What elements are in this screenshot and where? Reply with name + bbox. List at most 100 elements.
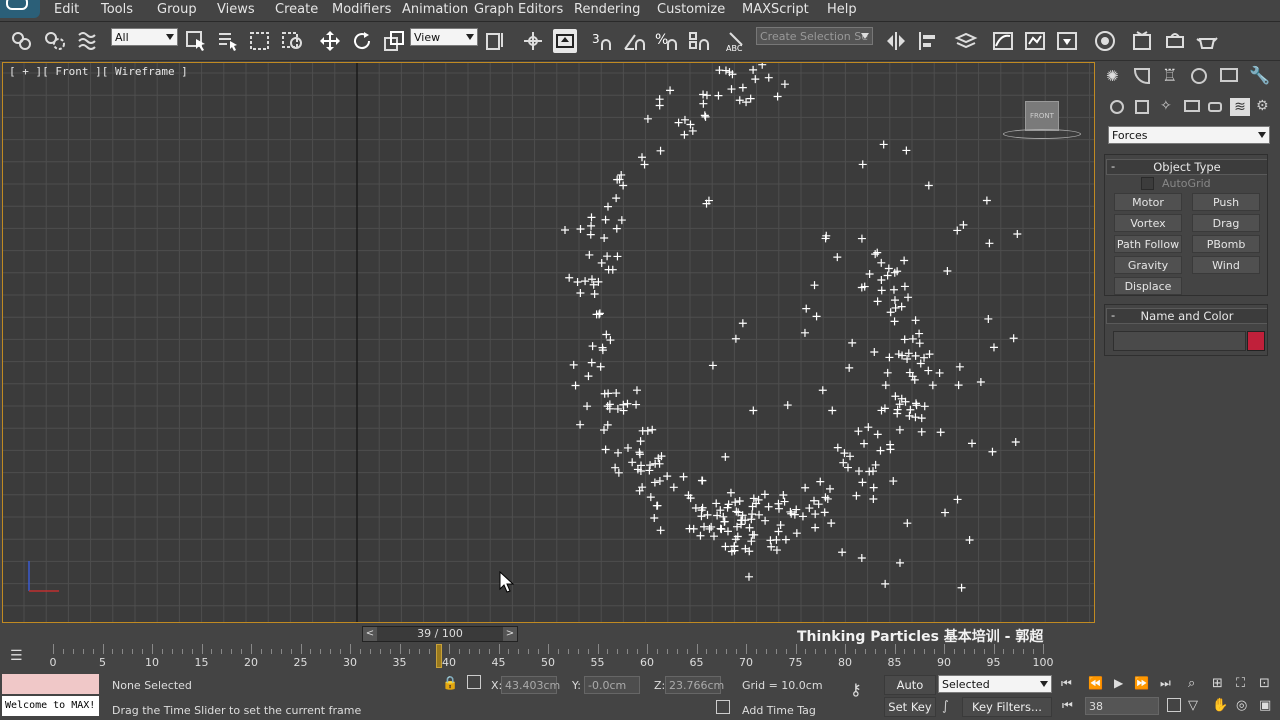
menu-customize[interactable]: Customize xyxy=(657,2,725,17)
menu-group[interactable]: Group xyxy=(157,2,197,17)
default-tangents-icon[interactable]: ∫ xyxy=(942,699,949,714)
absolute-mode-icon[interactable] xyxy=(467,675,481,689)
utilities-tab-icon[interactable]: 🔧 xyxy=(1249,66,1270,86)
pan-view-icon[interactable]: ✋ xyxy=(1212,698,1228,713)
space-warps-icon[interactable]: ≋ xyxy=(1230,98,1250,116)
maximize-viewport-icon[interactable]: ▣ xyxy=(1259,698,1271,713)
keyboard-shortcut-override-icon[interactable] xyxy=(553,29,577,53)
menu-views[interactable]: Views xyxy=(217,2,255,17)
zoom-all-icon[interactable]: ⊞ xyxy=(1212,676,1223,691)
zoom-icon[interactable]: ⌕ xyxy=(1188,676,1195,691)
helpers-icon[interactable] xyxy=(1208,102,1222,112)
add-time-tag-button[interactable]: Add Time Tag xyxy=(742,704,816,717)
menu-modifiers[interactable]: Modifiers xyxy=(332,2,391,17)
menu-tools[interactable]: Tools xyxy=(101,2,133,17)
align-icon[interactable] xyxy=(916,29,940,53)
menu-animation[interactable]: Animation xyxy=(402,2,468,17)
shapes-icon[interactable] xyxy=(1135,100,1149,114)
orbit-icon[interactable]: ◎ xyxy=(1236,698,1247,713)
geometry-icon[interactable] xyxy=(1110,100,1124,114)
pivot-center-icon[interactable] xyxy=(484,29,508,53)
timeline-track[interactable]: 0 5 10 15 20 25 30 35 40 45 50 55 60 65 70 75 80 85 90 95 10… xyxy=(50,644,1054,670)
category-dropdown[interactable]: Forces xyxy=(1108,126,1270,144)
time-tag-icon[interactable] xyxy=(716,700,730,714)
select-and-scale-icon[interactable] xyxy=(382,29,406,53)
curve-editor-icon[interactable] xyxy=(991,29,1015,53)
select-by-name-icon[interactable] xyxy=(216,29,240,53)
time-slider[interactable]: < 39 / 100 > xyxy=(362,626,518,642)
selection-filter-dropdown[interactable]: All xyxy=(111,28,178,46)
time-slider-next-button[interactable]: > xyxy=(503,627,517,641)
select-object-icon[interactable] xyxy=(184,29,208,53)
unlink-selection-icon[interactable] xyxy=(43,29,67,53)
menu-edit[interactable]: Edit xyxy=(54,2,79,17)
viewcube-compass-ring[interactable] xyxy=(1003,129,1081,139)
rectangular-selection-icon[interactable] xyxy=(248,29,272,53)
zoom-extents-icon[interactable]: ⛶ xyxy=(1236,676,1245,691)
field-of-view-icon[interactable]: ▽ xyxy=(1188,698,1198,713)
cameras-icon[interactable] xyxy=(1184,100,1200,112)
render-setup-icon[interactable] xyxy=(1093,29,1117,53)
current-frame-field[interactable]: 38 xyxy=(1085,697,1159,715)
mini-curve-editor-icon[interactable]: ☰ xyxy=(10,648,23,664)
select-and-manipulate-icon[interactable] xyxy=(521,29,545,53)
percent-snap-icon[interactable]: % xyxy=(654,29,678,53)
render-production-icon[interactable] xyxy=(1163,29,1187,53)
x-coordinate-field[interactable]: 43.403cm xyxy=(501,676,560,694)
reference-coordinate-dropdown[interactable]: View xyxy=(410,28,478,46)
angle-snap-icon[interactable] xyxy=(622,29,646,53)
y-coordinate-field[interactable]: -0.0cm xyxy=(584,676,640,694)
lights-icon[interactable]: ✧ xyxy=(1160,98,1172,114)
mirror-icon[interactable] xyxy=(884,29,908,53)
set-key-button[interactable]: Set Key xyxy=(884,697,936,717)
rendered-frame-window-icon[interactable] xyxy=(1131,29,1155,53)
viewport-label[interactable]: [ + ][ Front ][ Wireframe ] xyxy=(9,65,188,78)
key-mode-dropdown[interactable]: Selected xyxy=(938,675,1052,693)
selection-lock-icon[interactable]: 🔒 xyxy=(442,676,458,691)
key-mode-toggle-icon[interactable]: ⏮ xyxy=(1062,698,1073,713)
front-viewport[interactable]: [ + ][ Front ][ Wireframe ] FRONT Thinki… xyxy=(2,62,1095,623)
modify-tab-icon[interactable] xyxy=(1134,68,1150,84)
systems-icon[interactable]: ⚙ xyxy=(1256,98,1269,114)
material-editor-icon[interactable] xyxy=(1055,29,1079,53)
create-tab-icon[interactable]: ✺ xyxy=(1106,68,1122,84)
spinner-snap-icon[interactable] xyxy=(686,29,710,53)
goto-end-icon[interactable]: ⏭ xyxy=(1160,676,1171,691)
menu-rendering[interactable]: Rendering xyxy=(574,2,640,17)
auto-key-button[interactable]: Auto Key xyxy=(884,675,936,711)
bind-to-space-warp-icon[interactable] xyxy=(76,29,100,53)
edit-named-selection-icon[interactable]: ABC xyxy=(724,29,748,53)
render-iterative-teapot-icon[interactable] xyxy=(1195,29,1219,53)
maxscript-listener-output[interactable]: Welcome to MAX! xyxy=(2,696,99,716)
select-and-link-icon[interactable] xyxy=(10,29,34,53)
menu-maxscript[interactable]: MAXScript xyxy=(742,2,809,17)
previous-frame-icon[interactable]: ⏪ xyxy=(1088,676,1103,690)
menu-help[interactable]: Help xyxy=(827,2,857,17)
window-crossing-icon[interactable] xyxy=(280,29,304,53)
display-tab-icon[interactable] xyxy=(1220,68,1238,82)
layer-manager-icon[interactable] xyxy=(954,29,978,53)
key-filters-button[interactable]: Key Filters... xyxy=(962,697,1052,717)
time-slider-prev-button[interactable]: < xyxy=(363,627,377,641)
viewcube[interactable]: FRONT xyxy=(1025,101,1059,131)
z-coordinate-field[interactable]: 23.766cm xyxy=(665,676,724,694)
snaps-toggle-icon[interactable]: 3 xyxy=(590,29,614,53)
play-icon[interactable]: ▶ xyxy=(1114,676,1123,690)
set-key-mode-key-icon[interactable]: ⚷ xyxy=(850,680,862,699)
named-selection-set-input[interactable]: Create Selection Se xyxy=(756,27,873,45)
menu-graph-editors[interactable]: Graph Editors xyxy=(474,2,563,17)
next-frame-icon[interactable]: ⏩ xyxy=(1134,676,1149,690)
hierarchy-tab-icon[interactable]: ♖ xyxy=(1162,66,1177,86)
select-and-move-icon[interactable] xyxy=(318,29,342,53)
current-frame-marker[interactable] xyxy=(436,644,443,668)
app-logo-icon[interactable] xyxy=(0,0,40,18)
particle xyxy=(655,476,664,485)
goto-start-icon[interactable]: ⏮ xyxy=(1061,676,1072,691)
zoom-extents-all-icon[interactable]: ⊡ xyxy=(1259,676,1270,691)
motion-tab-icon[interactable] xyxy=(1191,68,1207,84)
maxscript-listener-mini[interactable] xyxy=(2,674,99,694)
select-and-rotate-icon[interactable] xyxy=(350,29,374,53)
schematic-view-icon[interactable] xyxy=(1023,29,1047,53)
menu-create[interactable]: Create xyxy=(275,2,318,17)
time-configuration-icon[interactable] xyxy=(1167,698,1181,712)
